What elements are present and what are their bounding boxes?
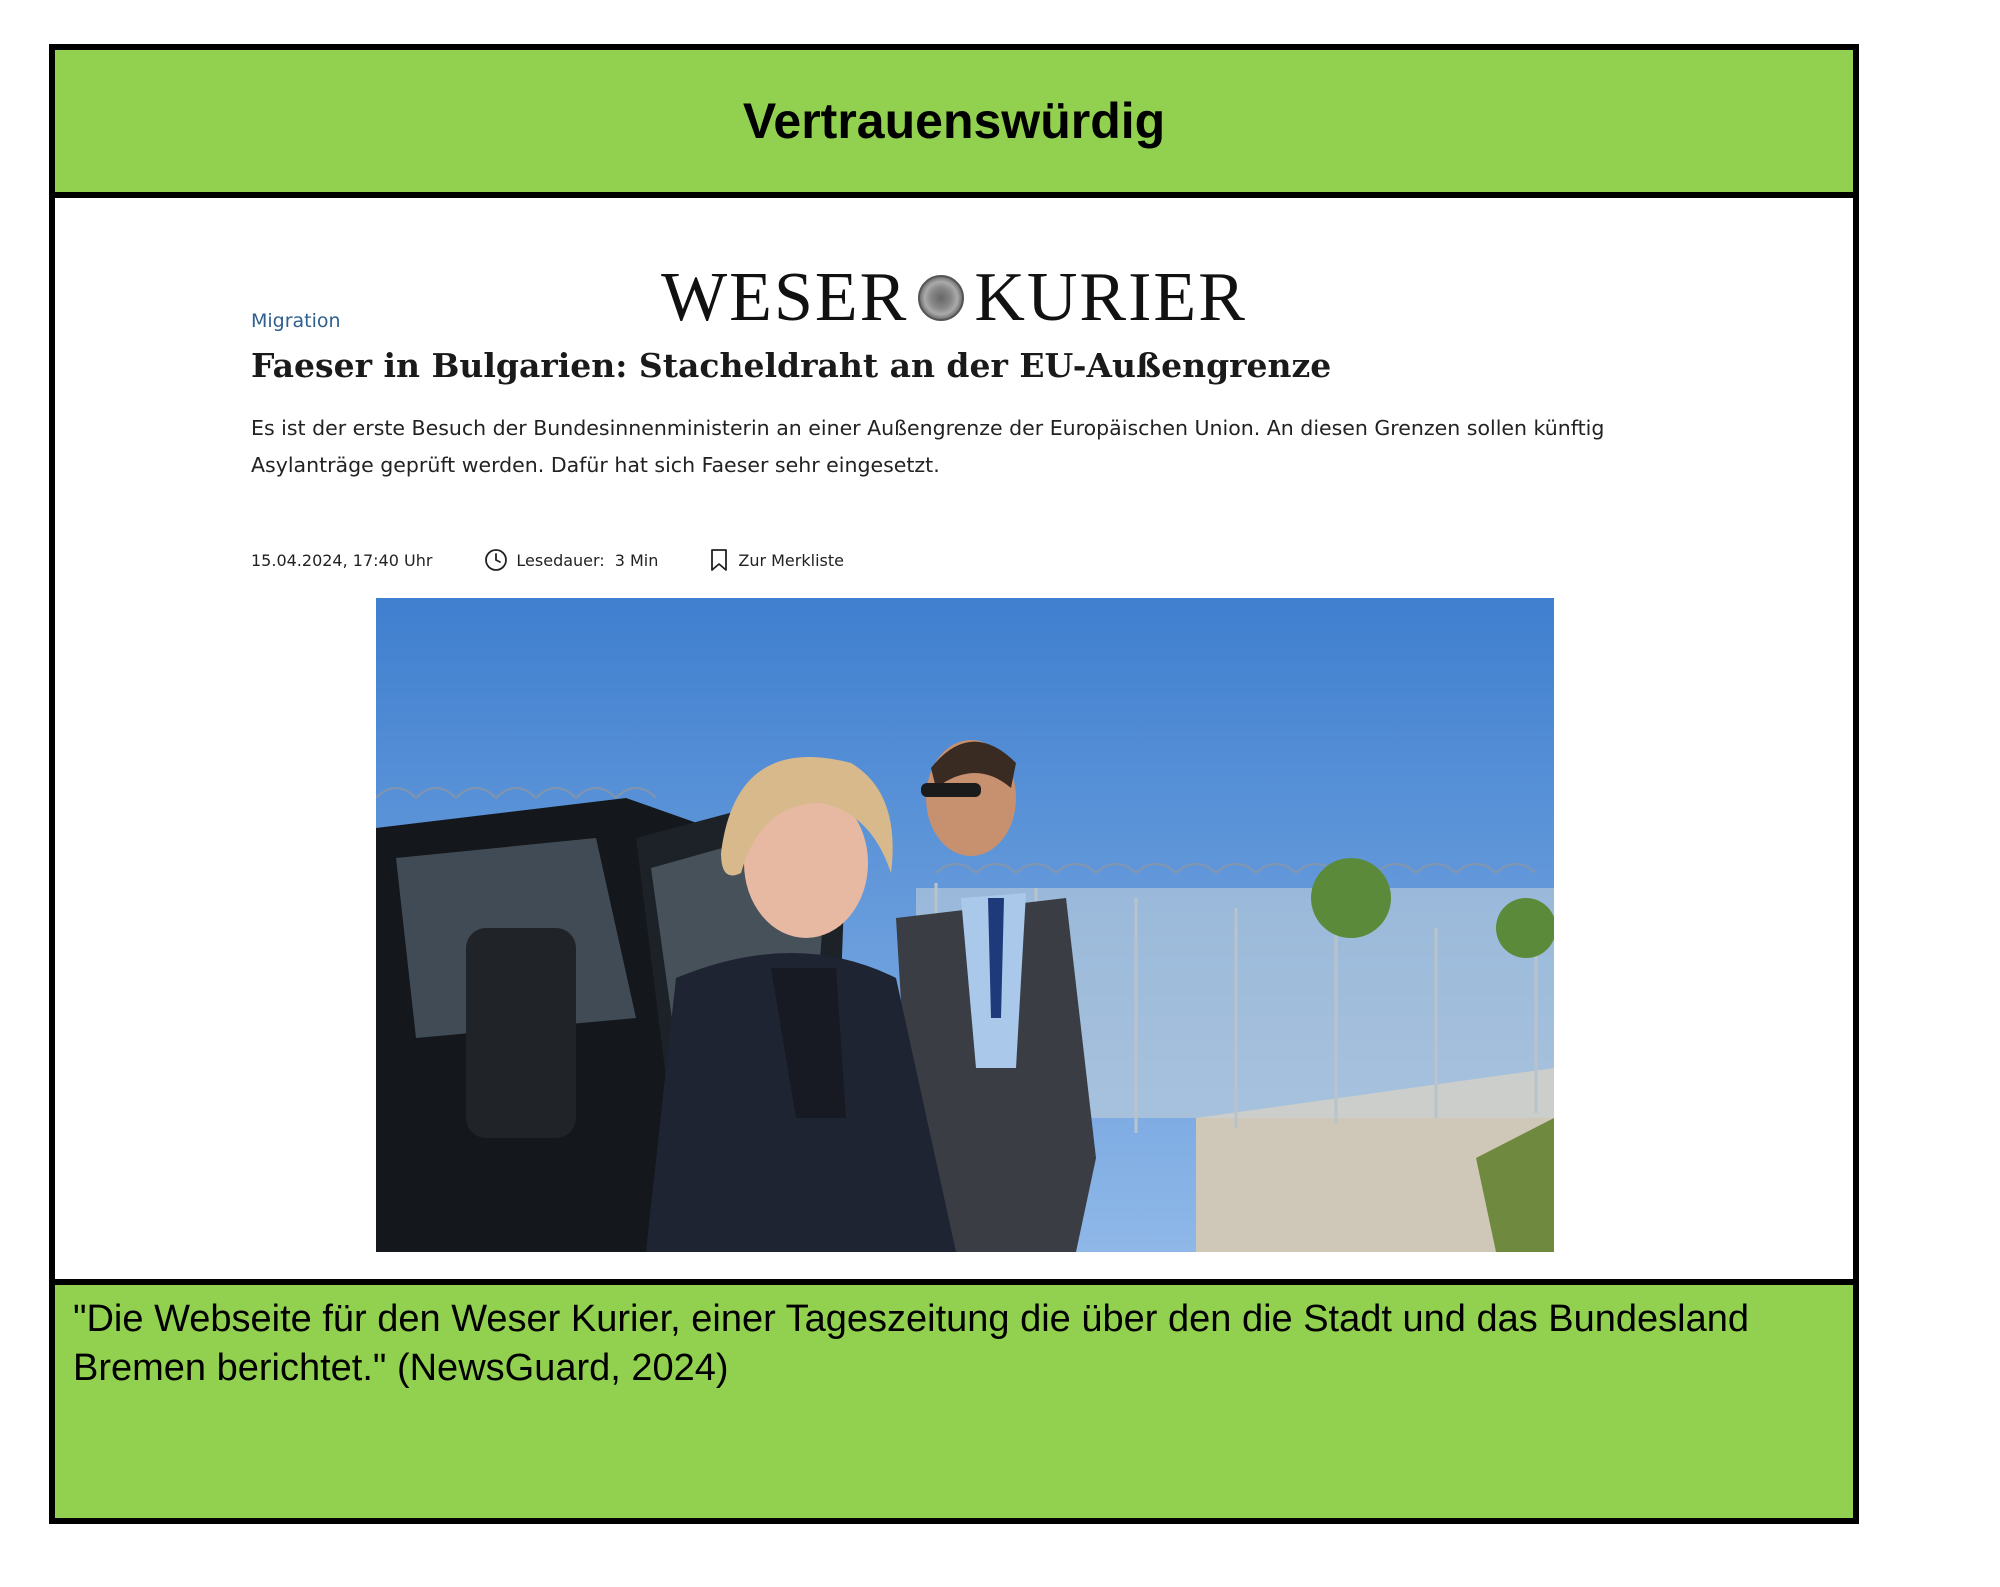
rating-card: Vertrauenswürdig WESER KURIER Migration … [49,44,1859,1524]
article-teaser: Es ist der erste Besuch der Bundesinnenm… [251,416,1605,477]
reading-time-value: 3 Min [614,550,659,570]
photo-illustration [376,598,1554,1252]
logo-text-right: KURIER [974,259,1247,336]
clock-icon [485,549,508,571]
bookmark-label: Zur Merkliste [738,550,844,570]
bookmark-button[interactable]: Zur Merkliste [710,548,844,572]
bookmark-icon [711,549,728,571]
article-screenshot: WESER KURIER Migration Faeser in Bulgari… [55,198,1853,1278]
article-headline: Faeser in Bulgarien: Stacheldraht an der… [251,346,1332,385]
source-quote: "Die Webseite für den Weser Kurier, eine… [73,1298,1750,1389]
article-photo[interactable] [376,598,1554,1252]
reading-time: Lesedauer: 3 Min [484,548,658,572]
article-date: 15.04.2024, 17:40 Uhr [251,550,433,570]
rating-source-box: "Die Webseite für den Weser Kurier, eine… [55,1279,1853,1518]
article-category[interactable]: Migration [251,310,341,332]
logo-text-left: WESER [661,259,909,336]
seal-icon [918,275,965,321]
article-meta: 15.04.2024, 17:40 Uhr Lesedauer: 3 Min Z… [251,548,844,572]
rating-header: Vertrauenswürdig [55,50,1853,198]
rating-label: Vertrauenswürdig [742,93,1166,149]
reading-time-label: Lesedauer: [516,550,605,570]
